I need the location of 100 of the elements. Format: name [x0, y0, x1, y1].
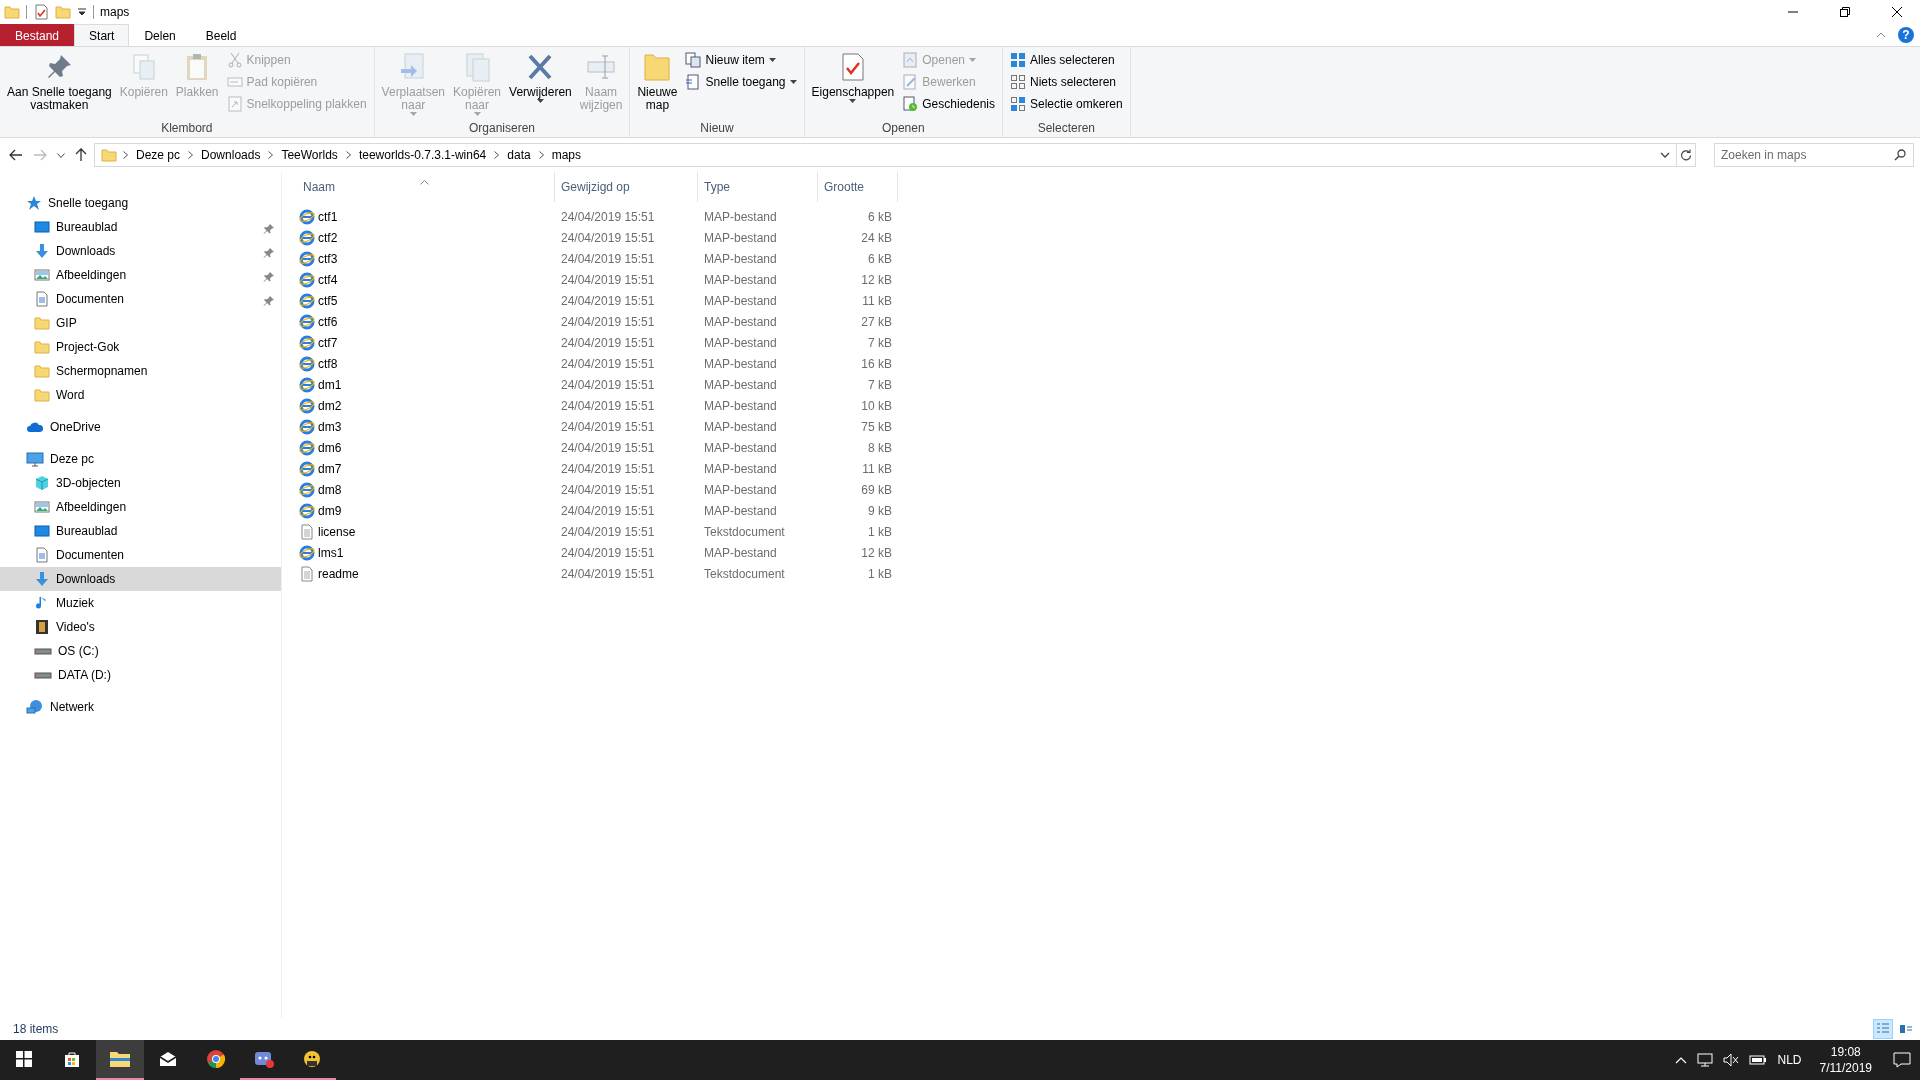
breadcrumb[interactable]: data: [505, 146, 533, 164]
table-cell-text: 24/04/2019 15:51: [560, 481, 656, 499]
sidebar-item[interactable]: Video's: [0, 615, 281, 639]
sidebar-item[interactable]: Afbeeldingen: [0, 495, 281, 519]
ribbon-button[interactable]: Selectie omkeren: [1007, 93, 1126, 115]
globe-e-icon: [299, 208, 315, 225]
file-name[interactable]: ctf4: [318, 270, 338, 289]
folder-icon: [34, 315, 50, 331]
sidebar-item[interactable]: GIP: [0, 311, 281, 335]
sidebar-item[interactable]: Bureaublad: [0, 519, 281, 543]
sidebar-item[interactable]: Documenten: [0, 543, 281, 567]
table-cell-text: 24/04/2019 15:51: [560, 334, 656, 352]
table-cell-text: MAP-bestand: [703, 439, 778, 457]
sidebar-item[interactable]: OS (C:): [0, 639, 281, 663]
ribbon-button[interactable]: Verwijderen: [506, 49, 575, 105]
breadcrumb[interactable]: Downloads: [199, 146, 263, 164]
sidebar-item[interactable]: Downloads: [0, 239, 281, 263]
sidebar-item[interactable]: Deze pc: [0, 447, 281, 471]
globe-e-icon: [299, 229, 315, 246]
recent-locations-button[interactable]: [54, 152, 68, 158]
taskbar-app[interactable]: [96, 1040, 144, 1080]
chevron-right-icon: [538, 151, 544, 159]
sidebar-item[interactable]: OneDrive: [0, 415, 281, 439]
notifications-button[interactable]: [1890, 1052, 1914, 1068]
table-cell-text: MAP-bestand: [703, 250, 778, 268]
column-header[interactable]: Type: [698, 172, 818, 202]
file-name[interactable]: ctf8: [318, 354, 338, 373]
file-name[interactable]: dm8: [318, 480, 342, 499]
column-header[interactable]: Naam: [297, 172, 555, 202]
ribbon-tab[interactable]: Bestand: [0, 24, 75, 46]
sidebar-item[interactable]: Muziek: [0, 591, 281, 615]
globe-e-icon: [299, 544, 315, 561]
sort-ascending-icon: [420, 180, 429, 186]
star-icon: [26, 195, 42, 211]
sidebar-item[interactable]: Afbeeldingen: [0, 263, 281, 287]
table-cell-text: 9 kB: [867, 502, 893, 520]
clock-date[interactable]: 7/11/2019: [1819, 1060, 1872, 1076]
ribbon-button[interactable]: Niets selecteren: [1007, 71, 1126, 93]
file-name[interactable]: dm9: [318, 501, 342, 520]
file-name[interactable]: dm2: [318, 396, 342, 415]
file-name[interactable]: ctf6: [318, 312, 338, 331]
sidebar-item[interactable]: Documenten: [0, 287, 281, 311]
breadcrumb[interactable]: maps: [549, 146, 583, 164]
sidebar-item[interactable]: Bureaublad: [0, 215, 281, 239]
breadcrumb[interactable]: Deze pc: [134, 146, 183, 164]
ribbon-button[interactable]: Nieuwe map: [634, 49, 681, 114]
file-name[interactable]: ctf7: [318, 333, 338, 352]
shopping-bag-icon: [62, 1049, 82, 1069]
ribbon-button[interactable]: Geschiedenis: [899, 93, 998, 115]
ribbon-button[interactable]: Snelle toegang: [682, 71, 800, 93]
ribbon-tab[interactable]: Delen: [129, 24, 191, 46]
file-name[interactable]: ctf3: [318, 249, 338, 268]
sidebar-item[interactable]: Schermopnamen: [0, 359, 281, 383]
ribbon-button[interactable]: Alles selecteren: [1007, 49, 1126, 71]
file-name[interactable]: lms1: [318, 543, 344, 562]
sidebar-item[interactable]: 3D-objecten: [0, 471, 281, 495]
help-icon[interactable]: ?: [1898, 27, 1914, 43]
column-header[interactable]: Grootte: [818, 172, 898, 202]
address-field[interactable]: Deze pc Downloads TeeWorlds teeworlds-0.7.3.1-win64 data maps: [94, 143, 1696, 167]
chevron-right-icon: [188, 151, 194, 159]
column-header[interactable]: Gewijzigd op: [555, 172, 698, 202]
clock-time[interactable]: 19:08: [1830, 1044, 1861, 1060]
file-name[interactable]: dm3: [318, 417, 342, 436]
group-label: Nieuw: [699, 120, 735, 137]
ribbon-button[interactable]: Aan Snelle toegang vastmaken: [4, 49, 115, 114]
down-arrow-icon: [34, 571, 50, 587]
view-toggle[interactable]: [1873, 1019, 1893, 1039]
film-icon: [34, 619, 50, 635]
select-none-icon: [1010, 74, 1026, 90]
ribbon-tab[interactable]: Beeld: [190, 24, 252, 46]
breadcrumb[interactable]: teeworlds-0.7.3.1-win64: [356, 146, 489, 164]
chevron-down-icon: [57, 152, 65, 158]
globe-e-icon: [299, 397, 315, 414]
chevron-right-icon: [494, 151, 500, 159]
table-cell-text: 24/04/2019 15:51: [560, 544, 656, 562]
globe-e-icon: [299, 502, 315, 519]
breadcrumb[interactable]: TeeWorlds: [279, 146, 340, 164]
sidebar-item[interactable]: Netwerk: [0, 695, 281, 719]
globe-e-icon: [299, 355, 315, 372]
sidebar-item[interactable]: Snelle toegang: [0, 191, 281, 215]
language-indicator[interactable]: NLD: [1777, 1051, 1802, 1069]
sidebar-item[interactable]: DATA (D:): [0, 663, 281, 687]
table-cell-text: 24/04/2019 15:51: [560, 208, 656, 226]
file-name[interactable]: dm7: [318, 459, 342, 478]
ribbon-button[interactable]: Eigenschappen: [808, 49, 898, 105]
sidebar-item[interactable]: Project-Gok: [0, 335, 281, 359]
file-name[interactable]: dm1: [318, 375, 342, 394]
text-document-icon: [299, 565, 315, 582]
ribbon-tab[interactable]: Start: [74, 24, 130, 46]
file-name[interactable]: ctf2: [318, 228, 338, 247]
search-field[interactable]: Zoeken in maps: [1714, 143, 1914, 167]
sidebar-item[interactable]: Downloads: [0, 567, 281, 591]
picture-icon: [34, 267, 50, 283]
file-name[interactable]: readme: [318, 564, 359, 583]
file-name[interactable]: ctf5: [318, 291, 338, 310]
file-name[interactable]: ctf1: [318, 207, 338, 226]
ribbon-button[interactable]: Nieuw item: [682, 49, 800, 71]
sidebar-item[interactable]: Word: [0, 383, 281, 407]
file-name[interactable]: dm6: [318, 438, 342, 457]
file-name[interactable]: license: [318, 522, 356, 541]
